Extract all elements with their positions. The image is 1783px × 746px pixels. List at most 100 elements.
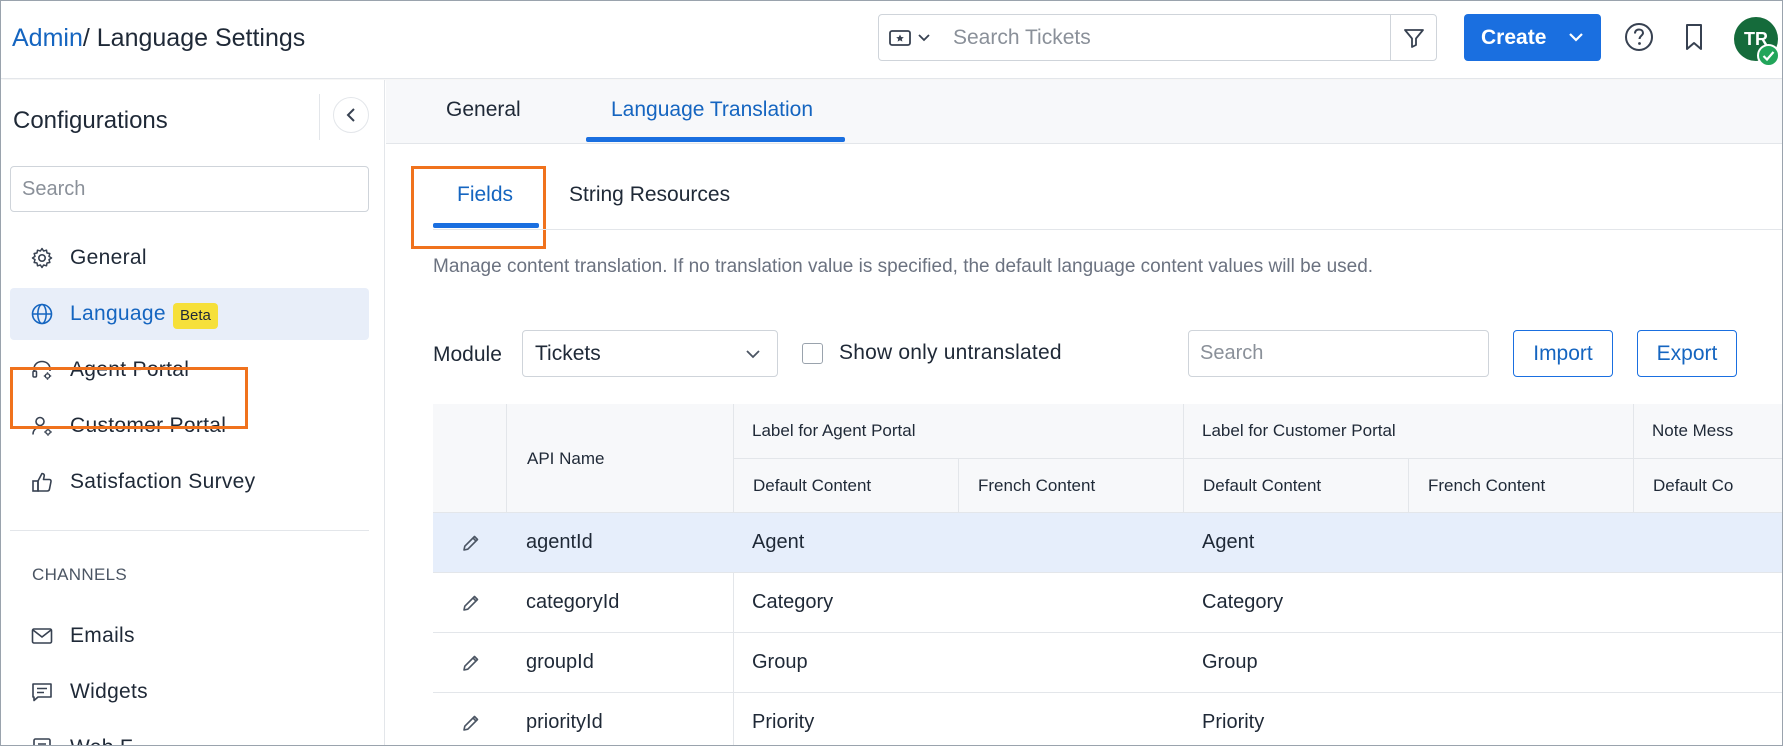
active-tab-indicator — [586, 137, 845, 142]
show-untranslated-checkbox[interactable] — [802, 343, 823, 364]
sidebar-item-label: Widgets — [70, 680, 148, 703]
filter-icon[interactable] — [1402, 26, 1426, 50]
module-label: Module — [433, 343, 502, 366]
table-row[interactable]: agentId Agent Agent — [433, 513, 1782, 573]
sidebar-item-web-forms[interactable]: Web F — [10, 722, 369, 745]
cell-customer-default[interactable]: Agent — [1202, 530, 1254, 554]
table-search-input[interactable] — [1188, 330, 1489, 377]
column-divider — [1408, 458, 1409, 513]
module-select[interactable]: Tickets — [522, 330, 778, 377]
show-untranslated-label[interactable]: Show only untranslated — [839, 340, 1062, 366]
chat-widget-icon — [32, 683, 52, 702]
sidebar-item-customer-portal[interactable]: Customer Portal — [10, 400, 369, 452]
column-header-agent-french[interactable]: French Content — [978, 476, 1095, 496]
sidebar-item-general[interactable]: General — [10, 232, 369, 284]
cell-api-name: categoryId — [526, 591, 620, 613]
headset-gear-icon — [32, 360, 52, 380]
column-header-agent-default[interactable]: Default Content — [753, 476, 871, 496]
active-subtab-indicator — [433, 223, 539, 228]
sidebar-item-emails[interactable]: Emails — [10, 610, 369, 662]
cell-agent-default[interactable]: Priority — [752, 710, 814, 734]
column-header-customer-french[interactable]: French Content — [1428, 476, 1545, 496]
cell-api-name: agentId — [526, 531, 593, 553]
chevron-down-icon — [918, 34, 930, 42]
chevron-down-icon — [1569, 33, 1583, 42]
header-row-divider — [733, 458, 1782, 459]
export-button[interactable]: Export — [1637, 330, 1737, 377]
form-icon — [33, 738, 51, 745]
table-row[interactable]: categoryId Category Category — [433, 573, 1782, 633]
sidebar-item-label: Agent Portal — [70, 358, 190, 381]
column-header-note-default[interactable]: Default Co — [1653, 476, 1733, 496]
sidebar-item-label: General — [70, 246, 147, 269]
edit-icon[interactable] — [460, 532, 482, 554]
chevron-left-icon — [346, 108, 355, 122]
import-button[interactable]: Import — [1513, 330, 1613, 377]
subtab-divider — [433, 229, 1782, 230]
search-divider — [1390, 15, 1391, 60]
sidebar-search-input[interactable] — [10, 166, 369, 212]
column-group-note-message: Note Mess — [1652, 421, 1734, 440]
chevron-down-icon — [746, 350, 760, 359]
channels-section-heading: CHANNELS — [32, 565, 127, 584]
edit-icon[interactable] — [460, 592, 482, 614]
tab-general[interactable]: General — [446, 97, 521, 123]
module-select-value: Tickets — [535, 342, 601, 365]
sidebar-item-agent-portal[interactable]: Agent Portal — [10, 344, 369, 396]
thumbs-up-icon — [32, 472, 52, 492]
main-content: General Language Translation Fields Stri… — [386, 80, 1782, 745]
breadcrumb-separator: / — [82, 24, 97, 52]
description-text: Manage content translation. If no transl… — [433, 256, 1374, 277]
ticket-search-input[interactable] — [953, 15, 1273, 60]
breadcrumb-admin-link[interactable]: Admin — [12, 24, 83, 52]
table-row[interactable]: groupId Group Group — [433, 633, 1782, 693]
ticket-type-dropdown[interactable] — [889, 28, 935, 48]
online-status-badge — [1757, 44, 1780, 67]
sidebar-item-satisfaction-survey[interactable]: Satisfaction Survey — [10, 456, 369, 508]
globe-icon — [31, 303, 53, 325]
tab-language-translation[interactable]: Language Translation — [611, 97, 813, 123]
subtab-fields[interactable]: Fields — [457, 182, 513, 208]
sidebar-title: Configurations — [13, 107, 168, 134]
sidebar-title-divider — [319, 94, 320, 140]
cell-agent-default[interactable]: Category — [752, 590, 833, 614]
cell-api-name: groupId — [526, 651, 594, 673]
sidebar: Configurations General Language Beta — [1, 80, 385, 745]
cell-agent-default[interactable]: Group — [752, 650, 808, 674]
sidebar-item-widgets[interactable]: Widgets — [10, 666, 369, 718]
sidebar-item-language[interactable]: Language Beta — [10, 288, 369, 340]
subtab-string-resources[interactable]: String Resources — [569, 182, 730, 208]
settings-tabs: General Language Translation — [386, 80, 1782, 144]
beta-badge: Beta — [173, 303, 218, 329]
ticket-search-box — [878, 14, 1437, 61]
top-header: Admin/ Language Settings Create — [1, 1, 1782, 79]
translation-table: API Name Label for Agent Portal Label fo… — [433, 404, 1782, 745]
edit-icon[interactable] — [460, 712, 482, 734]
sidebar-item-label: Satisfaction Survey — [70, 470, 256, 493]
cell-api-name: priorityId — [526, 711, 603, 733]
cell-customer-default[interactable]: Group — [1202, 650, 1258, 674]
cell-customer-default[interactable]: Priority — [1202, 710, 1264, 734]
cell-agent-default[interactable]: Agent — [752, 530, 804, 554]
mail-icon — [31, 628, 53, 644]
sidebar-item-label: Web F — [70, 735, 133, 745]
sidebar-divider — [10, 530, 369, 531]
column-divider — [506, 404, 507, 513]
gear-icon — [31, 247, 53, 269]
help-icon[interactable] — [1623, 21, 1655, 53]
cell-customer-default[interactable]: Category — [1202, 590, 1283, 614]
collapse-sidebar-button[interactable] — [333, 97, 369, 133]
page-title: Language Settings — [96, 24, 306, 52]
table-row[interactable]: priorityId Priority Priority — [433, 693, 1782, 745]
create-button[interactable]: Create — [1464, 14, 1601, 61]
sidebar-item-label: Language — [70, 302, 166, 325]
check-icon — [1762, 51, 1775, 62]
column-group-agent-portal: Label for Agent Portal — [752, 421, 916, 440]
column-header-customer-default[interactable]: Default Content — [1203, 476, 1321, 496]
column-divider — [958, 458, 959, 513]
sidebar-item-label: Customer Portal — [70, 414, 227, 437]
edit-icon[interactable] — [460, 652, 482, 674]
bookmark-icon[interactable] — [1678, 21, 1710, 53]
sidebar-item-label: Emails — [70, 624, 135, 647]
column-header-api-name[interactable]: API Name — [527, 449, 604, 469]
